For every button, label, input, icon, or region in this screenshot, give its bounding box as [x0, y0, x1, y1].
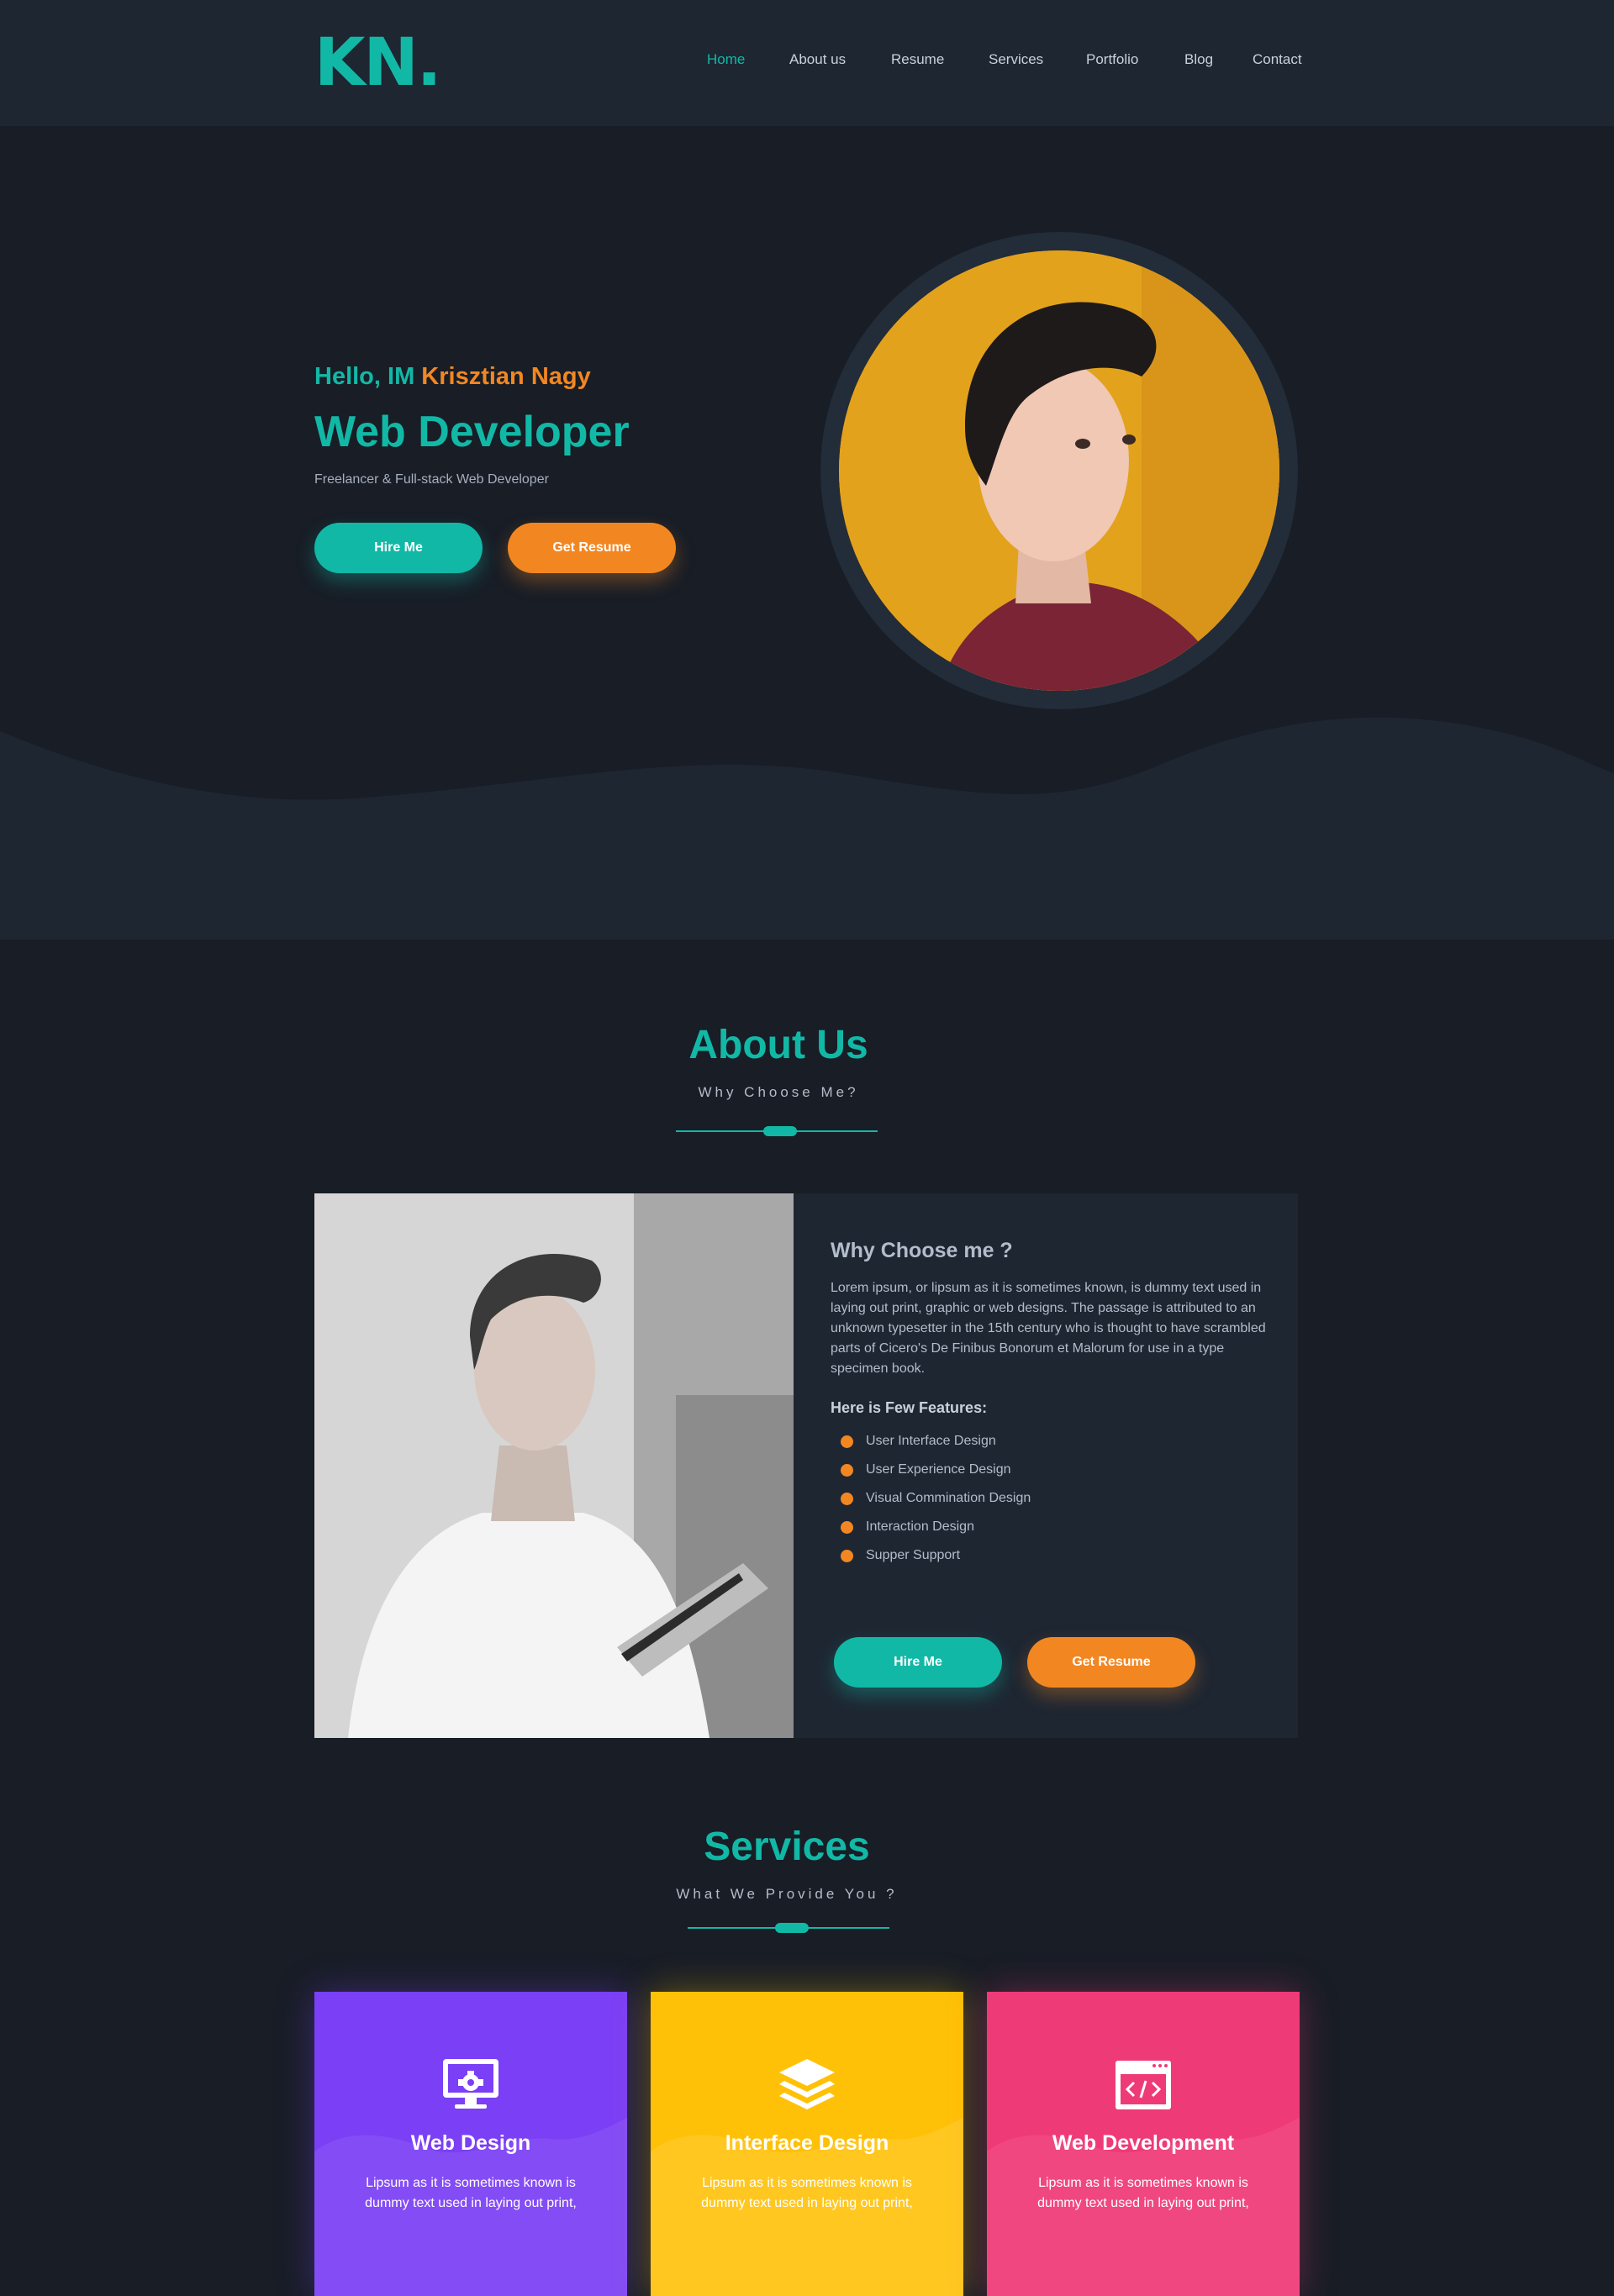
about-heading: About Us [688, 1023, 868, 1067]
service-card-text: Lipsum as it is sometimes known is dummy… [701, 2176, 913, 2210]
avatar-ring [820, 232, 1298, 709]
service-card-text: Lipsum as it is sometimes known is dummy… [365, 2176, 577, 2210]
hero-greeting-text: Hello, IM [314, 363, 415, 390]
hire-me-button[interactable]: Hire Me [314, 523, 483, 573]
avatar [839, 250, 1279, 691]
nav-about[interactable]: About us [789, 51, 846, 68]
list-item: Interaction Design [831, 1513, 1268, 1541]
services-subheading: What We Provide You ? [676, 1886, 898, 1902]
about-divider [676, 1126, 878, 1136]
about-card: Why Choose me ? Lorem ipsum, or lipsum a… [314, 1193, 1298, 1738]
about-hire-me-button[interactable]: Hire Me [834, 1637, 1002, 1688]
nav-resume[interactable]: Resume [891, 51, 944, 68]
list-item: Supper Support [831, 1541, 1268, 1570]
features-title: Here is Few Features: [831, 1399, 988, 1416]
why-body: Lorem ipsum, or lipsum as it is sometime… [831, 1281, 1266, 1376]
hero-section: Hello, IM Krisztian Nagy Web Developer F… [0, 126, 1614, 940]
bullet-icon [841, 1521, 853, 1534]
list-item: Visual Commination Design [831, 1484, 1268, 1513]
feature-label: User Experience Design [866, 1462, 1011, 1477]
divider-pill [763, 1126, 797, 1136]
bullet-icon [841, 1464, 853, 1477]
feature-label: Supper Support [866, 1548, 961, 1562]
about-photo [314, 1193, 794, 1738]
main-nav: Home About us Resume Services Portfolio … [0, 51, 1614, 76]
service-card-title: Web Design [410, 2131, 531, 2155]
nav-contact[interactable]: Contact [1253, 51, 1302, 68]
nav-home[interactable]: Home [707, 51, 745, 68]
why-title: Why Choose me ? [831, 1239, 1013, 1262]
list-item: User Interface Design [831, 1427, 1268, 1456]
services-heading: Services [704, 1825, 870, 1869]
nav-portfolio[interactable]: Portfolio [1086, 51, 1138, 68]
feature-label: User Interface Design [866, 1434, 996, 1448]
bullet-icon [841, 1550, 853, 1562]
about-subheading: Why Choose Me? [698, 1084, 859, 1100]
service-card-title: Web Development [1052, 2131, 1235, 2155]
hero-title: Web Developer [314, 408, 630, 456]
feature-label: Interaction Design [866, 1519, 974, 1534]
hero-subtitle: Freelancer & Full-stack Web Developer [314, 472, 549, 487]
monitor-gear-icon [443, 2059, 498, 2109]
bullet-icon [841, 1493, 853, 1505]
about-portrait [314, 1193, 794, 1738]
code-window-icon [1116, 2061, 1171, 2109]
services-divider [688, 1923, 889, 1933]
service-card-web-development[interactable]: Web Development Lipsum as it is sometime… [987, 1992, 1300, 2296]
list-item: User Experience Design [831, 1456, 1268, 1484]
get-resume-button[interactable]: Get Resume [508, 523, 676, 573]
nav-services[interactable]: Services [989, 51, 1043, 68]
service-card-web-design[interactable]: Web Design Lipsum as it is sometimes kno… [314, 1992, 627, 2296]
feature-label: Visual Commination Design [866, 1491, 1031, 1505]
features-list: User Interface Design User Experience De… [831, 1427, 1268, 1570]
bullet-icon [841, 1435, 853, 1448]
hero-wave [0, 717, 1614, 940]
divider-pill [775, 1923, 809, 1933]
hero-greeting: Hello, IM Krisztian Nagy [314, 363, 591, 391]
service-card-interface-design[interactable]: Interface Design Lipsum as it is sometim… [651, 1992, 963, 2296]
service-card-title: Interface Design [725, 2131, 889, 2155]
about-text: Why Choose me ? Lorem ipsum, or lipsum a… [831, 1239, 1268, 1570]
hero-name: Krisztian Nagy [421, 363, 591, 390]
avatar-portrait [839, 250, 1279, 691]
site-header: KN. Home About us Resume Services Portfo… [0, 0, 1614, 126]
layers-icon [779, 2059, 835, 2109]
nav-blog[interactable]: Blog [1184, 51, 1213, 68]
about-get-resume-button[interactable]: Get Resume [1027, 1637, 1195, 1688]
service-card-text: Lipsum as it is sometimes known is dummy… [1037, 2176, 1249, 2210]
